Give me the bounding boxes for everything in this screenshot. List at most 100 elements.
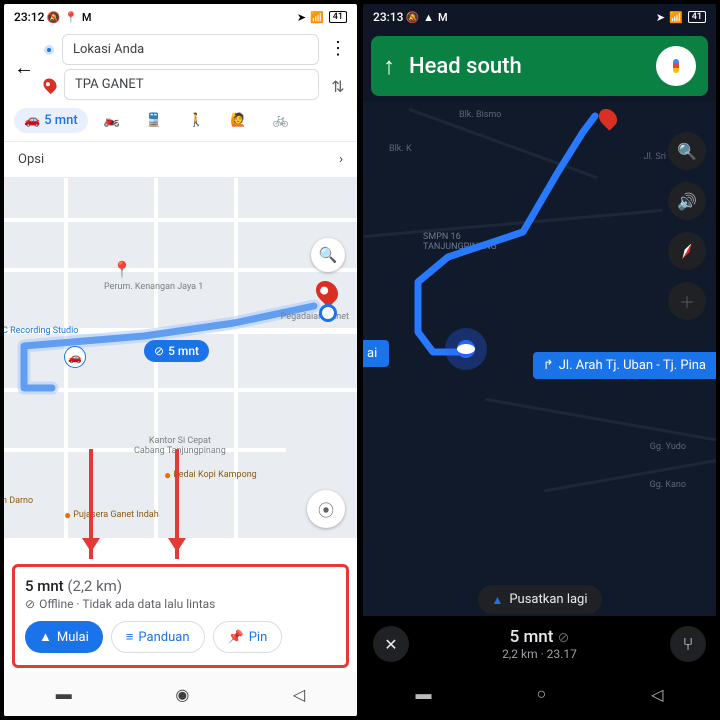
clock: 23:12	[14, 10, 44, 24]
nav-icon: ➤	[297, 11, 306, 24]
pin-label: Pin	[249, 630, 268, 645]
fork-icon: ⑂	[683, 634, 694, 655]
offline-cloud-icon: ⊘	[558, 630, 570, 646]
steps-button[interactable]: ≡ Panduan	[111, 621, 205, 653]
poi-pin-icon: ●	[164, 468, 171, 482]
back-nav-button[interactable]: ◁	[293, 685, 305, 704]
start-label: Mulai	[57, 630, 89, 645]
mode-bike[interactable]: 🚲	[262, 108, 298, 133]
left-screenshot: 23:12 🔕 📍 M ➤ 📶 41 ← Lokasi Anda TPA GAN…	[4, 4, 357, 716]
place-darno: n Darno	[4, 496, 33, 506]
steps-label: Panduan	[138, 630, 189, 645]
annotation-arrow-icon	[89, 449, 93, 559]
options-row[interactable]: Opsi ›	[4, 141, 357, 178]
voice-button[interactable]	[656, 46, 696, 86]
motorcycle-icon: 🏍️	[104, 113, 120, 128]
home-button[interactable]: ○	[537, 684, 547, 704]
sound-button[interactable]: 🔊	[668, 182, 706, 220]
start-button[interactable]: ▲ Mulai	[25, 621, 103, 653]
list-icon: ≡	[126, 629, 134, 645]
parking-pin-icon: 📍	[112, 260, 132, 279]
recents-button[interactable]: ▬	[56, 684, 72, 704]
offline-text: Offline · Tidak ada data lalu lintas	[39, 597, 215, 611]
compass-button[interactable]	[668, 232, 706, 270]
nav-search-button[interactable]: 🔍	[668, 132, 706, 170]
trip-info: 5 mnt ⊘ 2,2 km · 23.17	[409, 627, 670, 661]
poi-pin-icon: ●	[64, 508, 71, 522]
left-street-chip: ai	[363, 340, 389, 367]
dnd-icon: 🔕	[46, 11, 60, 24]
street-name-chip: ↱ Jl. Arah Tj. Uban - Tj. Pina	[533, 352, 716, 379]
place-perum: Perum. Kenangan Jaya 1	[104, 282, 203, 292]
destination-circle-icon	[319, 304, 337, 322]
map-search-button[interactable]: 🔍	[311, 238, 345, 272]
walk-icon: 🚶	[188, 113, 204, 128]
gmail-icon: M	[82, 11, 92, 24]
offline-cloud-icon: ⊘	[154, 344, 164, 358]
zoom-button[interactable]: ＋	[668, 282, 706, 320]
back-nav-button[interactable]: ◁	[651, 685, 663, 704]
mode-ride[interactable]: 🙋	[220, 108, 256, 133]
my-location-button[interactable]: ⦿	[307, 490, 345, 528]
right-screenshot: 23:13 🔕 ▲ M ➤ 📶 41 ↑ Head south Lalu↑ Bl…	[363, 4, 716, 716]
route-time-label: 5 mnt	[168, 344, 199, 358]
arrow-up-icon: ↑	[383, 52, 395, 81]
turn-right-icon: ↱	[543, 358, 554, 373]
mode-walk[interactable]: 🚶	[178, 108, 214, 133]
recenter-button[interactable]: ▲ Pusatkan lagi	[477, 585, 601, 614]
nav-time: 5 mnt	[510, 627, 554, 647]
place-pujasera: Pujasera Ganet Indah	[73, 510, 158, 520]
offline-notice: ⊘ Offline · Tidak ada data lalu lintas	[25, 597, 336, 611]
options-label: Opsi	[18, 152, 44, 167]
pin-button[interactable]: 📌 Pin	[213, 621, 283, 653]
location-icon: 📍	[64, 11, 78, 24]
android-nav-bar: ▬ ◉ ◁	[4, 672, 357, 716]
mic-icon	[673, 59, 679, 73]
offline-cloud-icon: ⊘	[25, 597, 35, 611]
origin-dot-icon	[44, 45, 54, 55]
map-canvas[interactable]: Perum. Kenangan Jaya 1 C Recording Studi…	[4, 178, 357, 538]
swap-button[interactable]: ⇅	[327, 73, 348, 100]
train-icon: 🚆	[146, 113, 162, 128]
signal-icon: 📶	[669, 11, 683, 24]
trip-time: 5 mnt	[25, 577, 64, 595]
nav-route-line	[363, 102, 663, 252]
mode-car[interactable]: 🚗5 mnt	[14, 108, 88, 133]
trip-distance: (2,2 km)	[67, 577, 122, 595]
compass-icon	[675, 239, 700, 264]
warn-icon: ▲	[423, 11, 434, 24]
direction-text: Head south	[409, 54, 642, 79]
close-nav-button[interactable]: ✕	[373, 626, 409, 662]
clock: 23:13	[373, 10, 403, 24]
home-button[interactable]: ◉	[175, 685, 189, 704]
recents-button[interactable]: ▬	[416, 684, 432, 704]
nav-subinfo: 2,2 km · 23.17	[409, 647, 670, 661]
back-button[interactable]: ←	[10, 51, 38, 84]
place-kedai: Kedai Kopi Kampong	[173, 470, 256, 480]
origin-input[interactable]: Lokasi Anda	[62, 34, 319, 65]
more-button[interactable]: ⋮	[325, 34, 351, 63]
hail-icon: 🙋	[230, 113, 246, 128]
nav-bottom-bar[interactable]: ✕ 5 mnt ⊘ 2,2 km · 23.17 ⑂	[363, 616, 716, 672]
status-bar: 23:12 🔕 📍 M ➤ 📶 41	[4, 4, 357, 30]
nav-map-canvas[interactable]: Blk. Bismo Jl. Sri Blk. K SMPN 16 TANJUN…	[363, 102, 716, 630]
trip-summary: 5 mnt (2,2 km)	[25, 577, 336, 595]
alt-routes-button[interactable]: ⑂	[670, 626, 706, 662]
destination-input[interactable]: TPA GANET	[64, 69, 319, 100]
search-header: ← Lokasi Anda TPA GANET ⋮ ⇅	[4, 30, 357, 104]
car-icon: 🚗	[24, 113, 40, 128]
navigate-icon: ▲	[39, 629, 52, 645]
street-name-text: Jl. Arah Tj. Uban - Tj. Pina	[559, 358, 706, 373]
mode-transit[interactable]: 🚆	[136, 108, 172, 133]
route-line	[4, 178, 304, 328]
chevron-right-icon: ›	[339, 152, 343, 167]
mode-motorcycle[interactable]: 🏍️	[94, 108, 130, 133]
bottom-sheet[interactable]: 5 mnt (2,2 km) ⊘ Offline · Tidak ada data…	[12, 564, 349, 668]
route-time-badge: ⊘ 5 mnt	[144, 340, 209, 362]
nav-icon: ➤	[656, 11, 665, 24]
direction-banner[interactable]: ↑ Head south	[371, 36, 708, 96]
street-yudo: Gg. Yudo	[650, 442, 686, 452]
recenter-label: Pusatkan lagi	[509, 592, 587, 607]
pin-icon: 📌	[228, 630, 244, 645]
navigate-icon: ▲	[491, 593, 503, 607]
